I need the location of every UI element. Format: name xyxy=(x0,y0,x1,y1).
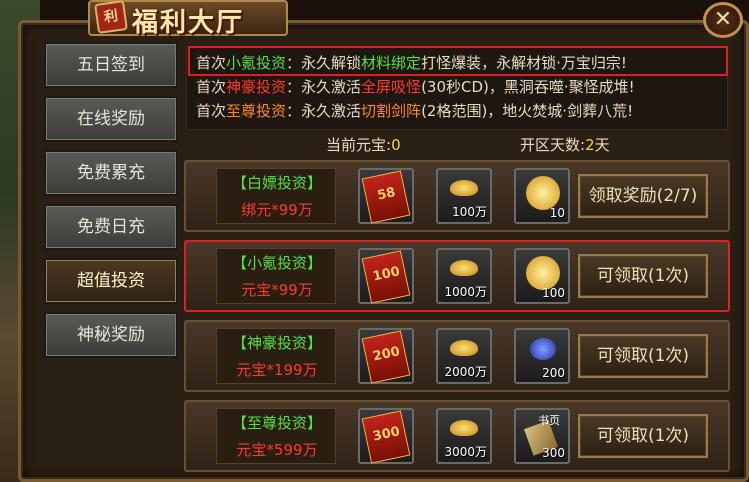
reward-slot[interactable]: 10 xyxy=(514,168,570,224)
current-yuanbao: 当前元宝:0 xyxy=(326,136,401,154)
claim-button[interactable]: 可领取(1次) xyxy=(578,414,708,458)
ingot-slot[interactable]: 100万 xyxy=(436,168,492,224)
investment-name: 【白嫖投资】 xyxy=(231,174,322,192)
sidebar-item-value-investment[interactable]: 超值投资 xyxy=(44,258,178,304)
gold-ingot-icon xyxy=(450,180,478,196)
claim-button[interactable]: 可领取(1次) xyxy=(578,254,708,298)
investment-row-small: 【小氪投资】 元宝*99万 100 1000万 100 可领取(1次) xyxy=(184,240,730,312)
investment-cost: 绑元*99万 xyxy=(241,201,313,219)
sidebar-item-free-cumulative-recharge[interactable]: 免费累充 xyxy=(44,150,178,196)
highlight-frame xyxy=(188,46,728,76)
claim-button[interactable]: 可领取(1次) xyxy=(578,334,708,378)
sidebar-item-five-day-signin[interactable]: 五日签到 xyxy=(44,42,178,88)
reward-slot[interactable]: 书页 300 xyxy=(514,408,570,464)
ingot-slot[interactable]: 1000万 xyxy=(436,248,492,304)
info-line-tycoon: 首次神豪投资：永久激活全屏吸怪(30秒CD)，黑洞吞噬·聚怪成堆! xyxy=(196,78,635,96)
claim-reward-button[interactable]: 领取奖励(2/7) xyxy=(578,174,708,218)
gold-coin-icon xyxy=(526,256,560,290)
red-packet-slot[interactable]: 58 xyxy=(358,168,414,224)
gold-ingot-icon xyxy=(450,420,478,436)
red-packet-slot[interactable]: 100 xyxy=(358,248,414,304)
investment-name-box: 【小氪投资】 元宝*99万 xyxy=(216,248,336,304)
sidebar-item-online-reward[interactable]: 在线奖励 xyxy=(44,96,178,142)
red-packet-slot[interactable]: 300 xyxy=(358,408,414,464)
reward-slot[interactable]: 100 xyxy=(514,248,570,304)
investment-cost: 元宝*599万 xyxy=(236,441,318,459)
red-packet-slot[interactable]: 200 xyxy=(358,328,414,384)
server-open-days: 开区天数:2天 xyxy=(520,136,610,154)
title-seal-icon: 利 xyxy=(94,0,128,34)
reward-slot[interactable]: 200 xyxy=(514,328,570,384)
investment-cost: 元宝*199万 xyxy=(236,361,318,379)
red-packet-icon: 300 xyxy=(361,410,411,464)
red-packet-icon: 100 xyxy=(361,250,411,304)
investment-name-box: 【至尊投资】 元宝*599万 xyxy=(216,408,336,464)
page-title: 福利大厅 xyxy=(132,8,245,38)
info-line-supreme: 首次至尊投资：永久激活切割剑阵(2格范围)，地火焚城·剑葬八荒! xyxy=(196,102,634,120)
ingot-slot[interactable]: 2000万 xyxy=(436,328,492,384)
investment-row-free: 【白嫖投资】 绑元*99万 58 100万 10 领取奖励(2/7) xyxy=(184,160,730,232)
investment-name: 【神豪投资】 xyxy=(231,334,322,352)
sidebar: 五日签到 在线奖励 免费累充 免费日充 超值投资 神秘奖励 xyxy=(40,42,180,366)
investment-row-supreme: 【至尊投资】 元宝*599万 300 3000万 书页 300 可领取(1次) xyxy=(184,400,730,472)
gold-ingot-icon xyxy=(450,340,478,356)
investment-name-box: 【神豪投资】 元宝*199万 xyxy=(216,328,336,384)
investment-name-box: 【白嫖投资】 绑元*99万 xyxy=(216,168,336,224)
red-packet-icon: 58 xyxy=(361,170,411,224)
sidebar-item-free-daily-recharge[interactable]: 免费日充 xyxy=(44,204,178,250)
gold-coin-icon xyxy=(526,176,560,210)
investment-cost: 元宝*99万 xyxy=(241,281,313,299)
investment-name: 【至尊投资】 xyxy=(231,414,322,432)
blue-gem-icon xyxy=(530,338,556,360)
red-packet-icon: 200 xyxy=(361,330,411,384)
gold-ingot-icon xyxy=(450,260,478,276)
investment-row-tycoon: 【神豪投资】 元宝*199万 200 2000万 200 可领取(1次) xyxy=(184,320,730,392)
investment-name: 【小氪投资】 xyxy=(231,254,322,272)
close-button[interactable]: ✕ xyxy=(703,2,743,38)
sidebar-item-mystery-reward[interactable]: 神秘奖励 xyxy=(44,312,178,358)
ingot-slot[interactable]: 3000万 xyxy=(436,408,492,464)
